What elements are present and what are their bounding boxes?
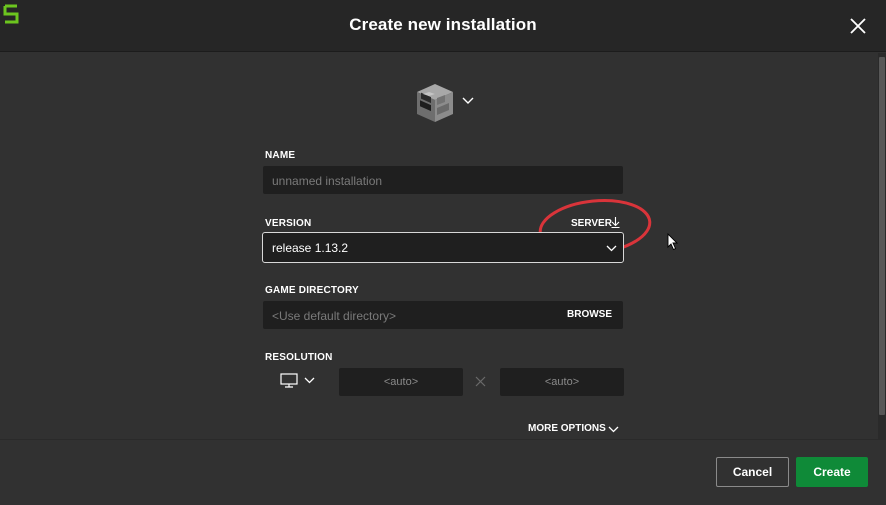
resolution-label: RESOLUTION xyxy=(265,352,333,363)
chevron-down-icon xyxy=(304,377,315,384)
scrollbar[interactable] xyxy=(878,53,886,439)
download-icon[interactable] xyxy=(611,217,620,228)
version-selected-value: release 1.13.2 xyxy=(272,241,349,255)
browse-button[interactable]: BROWSE xyxy=(567,309,612,320)
chevron-down-icon xyxy=(606,245,617,252)
dialog-title: Create new installation xyxy=(349,15,537,34)
more-options-toggle[interactable]: MORE OPTIONS xyxy=(528,423,606,434)
times-icon xyxy=(475,376,486,387)
cancel-button[interactable]: Cancel xyxy=(716,457,789,487)
server-download-link[interactable]: SERVER xyxy=(571,218,612,229)
furnace-block-icon xyxy=(417,84,453,122)
monitor-dropdown[interactable] xyxy=(280,373,320,391)
chevron-down-icon xyxy=(462,97,474,104)
scrollbar-thumb[interactable] xyxy=(879,57,885,415)
chevron-down-icon[interactable] xyxy=(608,426,619,433)
name-field[interactable]: unnamed installation xyxy=(263,166,623,194)
title-bar: Create new installation xyxy=(0,0,886,52)
version-label: VERSION xyxy=(265,218,312,229)
monitor-icon xyxy=(280,373,298,388)
resolution-width-input[interactable]: <auto> xyxy=(339,368,463,396)
close-icon[interactable] xyxy=(848,16,868,36)
game-directory-label: GAME DIRECTORY xyxy=(265,285,359,296)
installation-icon-picker[interactable] xyxy=(412,82,476,126)
name-placeholder: unnamed installation xyxy=(272,174,383,188)
game-directory-placeholder: <Use default directory> xyxy=(272,309,397,323)
resolution-height-input[interactable]: <auto> xyxy=(500,368,624,396)
create-button[interactable]: Create xyxy=(796,457,868,487)
version-select[interactable]: release 1.13.2 xyxy=(262,232,624,263)
name-label: NAME xyxy=(265,150,296,161)
